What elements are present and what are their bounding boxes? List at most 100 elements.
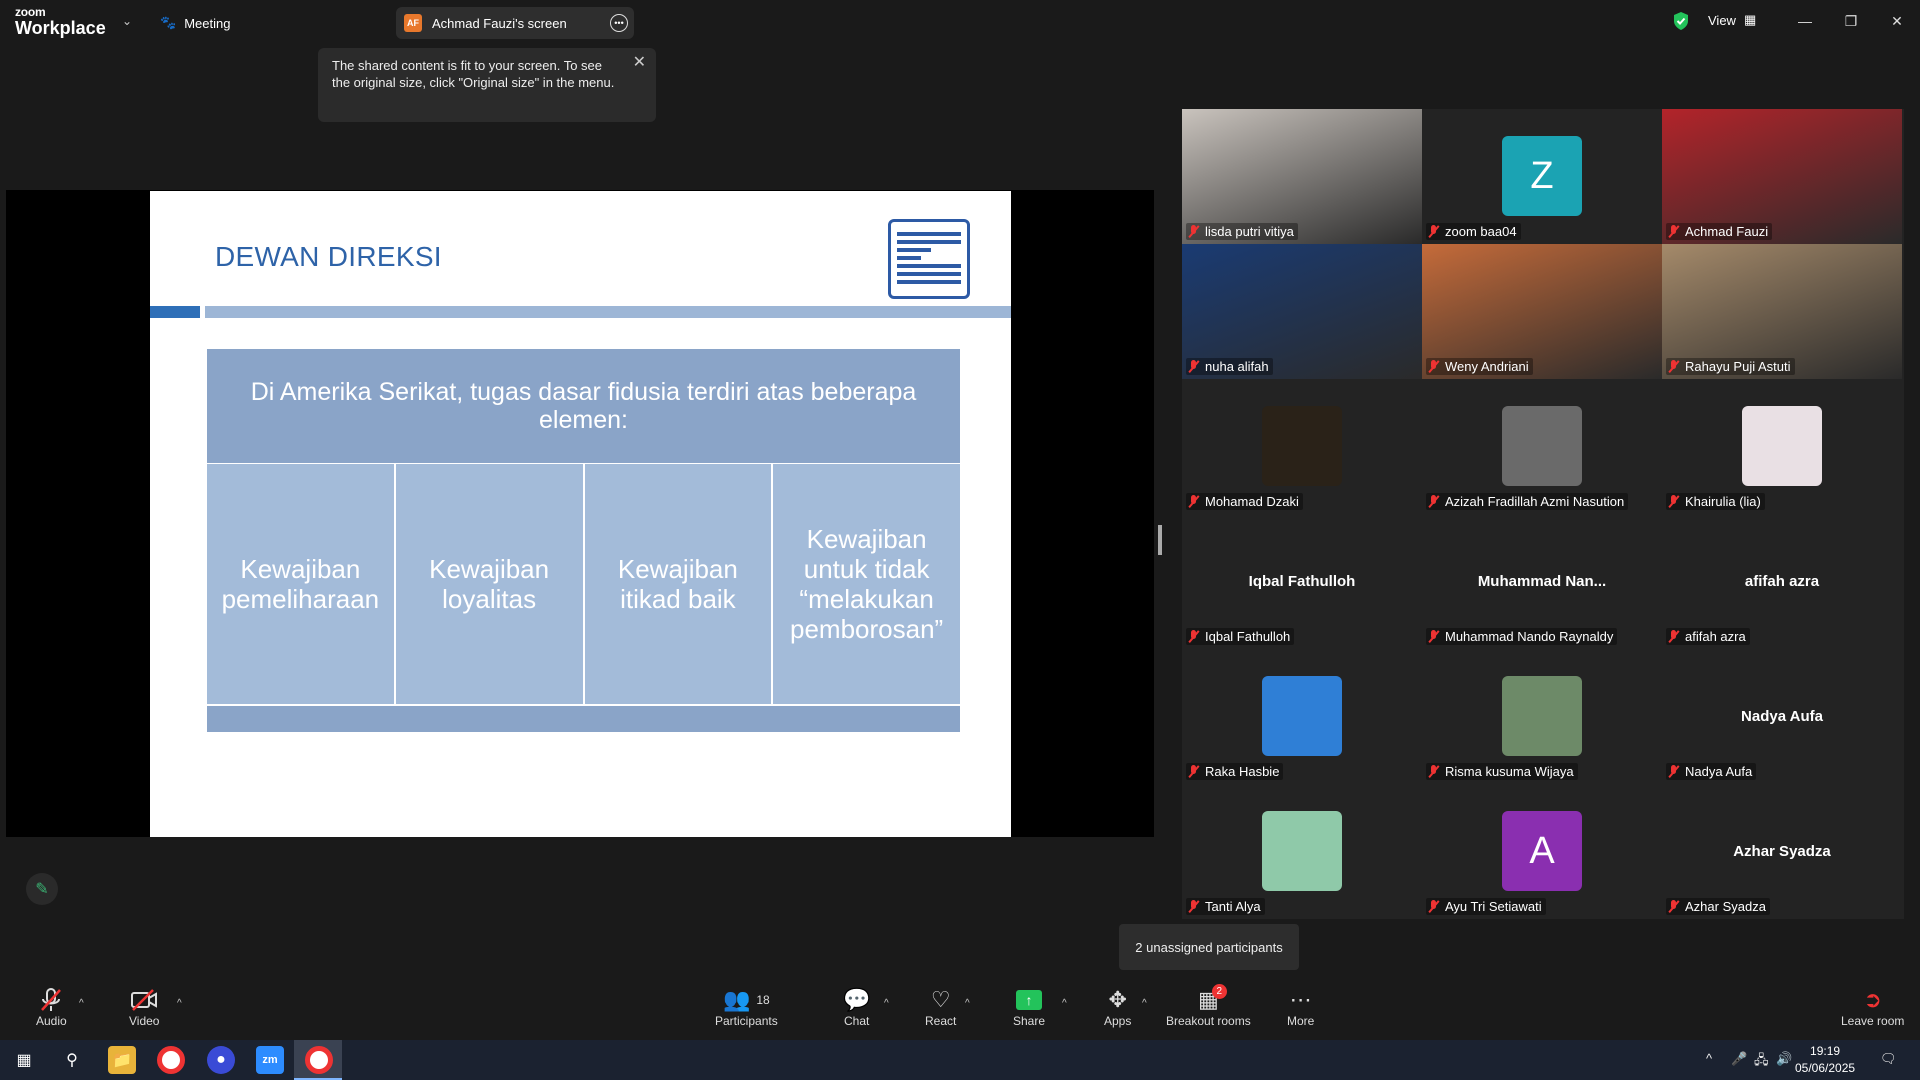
share-options-caret-icon[interactable]: ^ — [1062, 998, 1067, 1009]
view-button[interactable]: View ▦ — [1708, 12, 1756, 28]
diagram-column: Kewajiban itikad baik — [584, 464, 772, 704]
leave-room-button[interactable]: ➲ Leave room — [1841, 986, 1904, 1028]
view-label: View — [1708, 12, 1736, 28]
annotate-pencil-icon[interactable]: ✎ — [26, 873, 58, 905]
paw-icon: 🐾 — [160, 15, 177, 30]
participant-name: Risma kusuma Wijaya — [1445, 764, 1574, 779]
mic-muted-icon — [1668, 765, 1679, 778]
apps-button[interactable]: ✥ Apps — [1104, 986, 1131, 1028]
close-icon[interactable]: ✕ — [1882, 8, 1912, 34]
participant-name: Azizah Fradillah Azmi Nasution — [1445, 494, 1625, 509]
zoom-app-icon[interactable]: zm — [256, 1046, 284, 1074]
presenter-badge: AF — [404, 14, 422, 32]
diagram-heading: Di Amerika Serikat, tugas dasar fidusia … — [207, 349, 960, 463]
participant-avatar — [1502, 676, 1582, 756]
leave-room-icon: ➲ — [1863, 987, 1882, 1012]
participants-count: 18 — [756, 993, 770, 1007]
file-explorer-icon[interactable]: 📁 — [108, 1046, 136, 1074]
mic-muted-icon — [1188, 765, 1199, 778]
tray-overflow-icon[interactable]: ^ — [1706, 1051, 1712, 1066]
participant-tile[interactable]: Raka Hasbie — [1182, 649, 1422, 784]
share-button[interactable]: ↑ Share — [1013, 986, 1045, 1028]
mic-muted-icon — [39, 986, 63, 1014]
participant-tile[interactable]: Zzoom baa04 — [1422, 109, 1662, 244]
volume-icon[interactable]: 🔊 — [1776, 1051, 1792, 1067]
participant-name: Tanti Alya — [1205, 899, 1261, 914]
audio-label: Audio — [36, 1014, 67, 1028]
meeting-label: Meeting — [184, 15, 231, 31]
browser-icon[interactable]: ● — [207, 1046, 235, 1074]
participant-avatar — [1742, 406, 1822, 486]
heart-icon: ♡ — [930, 987, 951, 1012]
participant-name: Iqbal Fathulloh — [1205, 629, 1291, 644]
participant-tile[interactable]: A Ayu Tri Setiawati — [1422, 784, 1662, 919]
restore-icon[interactable]: ❐ — [1836, 8, 1866, 34]
shield-check-icon[interactable] — [1672, 11, 1690, 31]
university-logo-icon — [888, 219, 970, 299]
participant-tile[interactable]: Tanti Alya — [1182, 784, 1422, 919]
breakout-rooms-button[interactable]: ▦ 2 Breakout rooms — [1166, 984, 1251, 1028]
participant-name: Achmad Fauzi — [1685, 224, 1769, 239]
participant-tile[interactable]: Nadya Aufa Nadya Aufa — [1662, 649, 1902, 784]
taskbar-clock[interactable]: 19:19 05/06/2025 — [1795, 1043, 1855, 1077]
clock-date: 05/06/2025 — [1795, 1061, 1856, 1075]
participant-tile[interactable]: Rahayu Puji Astuti — [1662, 244, 1902, 379]
participant-tile[interactable]: Azizah Fradillah Azmi Nasution — [1422, 379, 1662, 514]
participant-name-label: Raka Hasbie — [1186, 763, 1284, 780]
audio-options-caret-icon[interactable]: ^ — [79, 998, 84, 1009]
participants-icon: 👥 18 — [722, 987, 770, 1012]
video-button[interactable]: Video — [129, 986, 159, 1028]
participant-tile[interactable]: Azhar Syadza Azhar Syadza — [1662, 784, 1902, 919]
participant-tile[interactable]: Mohamad Dzaki — [1182, 379, 1422, 514]
participant-tile[interactable]: Achmad Fauzi — [1662, 109, 1902, 244]
meeting-menu-button[interactable]: 🐾 Meeting — [160, 12, 230, 34]
chrome-profile-icon[interactable] — [305, 1046, 333, 1074]
audio-button[interactable]: Audio — [36, 986, 67, 1028]
react-options-caret-icon[interactable]: ^ — [965, 998, 970, 1009]
participant-tile[interactable]: nuha alifah — [1182, 244, 1422, 379]
windows-taskbar: ▦ ⚲ 📁 ● zm ^ 🎤 🖧 🔊 19:19 05/06/2025 🗨 — [0, 1040, 1920, 1080]
chat-options-caret-icon[interactable]: ^ — [884, 998, 889, 1009]
chrome-icon[interactable] — [157, 1046, 185, 1074]
microphone-icon[interactable]: 🎤 — [1731, 1051, 1747, 1067]
diagram-column: Kewajiban pemeliharaan — [207, 464, 394, 704]
shared-screen-pill[interactable]: AF Achmad Fauzi's screen ••• — [396, 7, 634, 39]
mic-muted-icon — [1428, 495, 1439, 508]
mic-muted-icon — [1188, 360, 1199, 373]
participant-name-label: Tanti Alya — [1186, 898, 1265, 915]
windows-start-icon[interactable]: ▦ — [10, 1046, 38, 1074]
participant-name-label: Iqbal Fathulloh — [1186, 628, 1295, 645]
participant-tile[interactable]: afifah azra afifah azra — [1662, 514, 1902, 649]
participant-tile[interactable]: Khairulia (lia) — [1662, 379, 1902, 514]
slide-title: DEWAN DIREKSI — [215, 241, 442, 272]
breakout-badge: 2 — [1211, 984, 1227, 999]
participant-tile[interactable]: Risma kusuma Wijaya — [1422, 649, 1662, 784]
share-label: Share — [1013, 1014, 1046, 1028]
participant-tile[interactable]: Muhammad Nan... Muhammad Nando Raynaldy — [1422, 514, 1662, 649]
network-icon[interactable]: 🖧 — [1754, 1051, 1769, 1073]
chat-button[interactable]: 💬 Chat — [843, 986, 870, 1028]
more-options-icon[interactable]: ••• — [610, 14, 628, 32]
apps-options-caret-icon[interactable]: ^ — [1142, 998, 1147, 1009]
participants-button[interactable]: 👥 18 Participants — [715, 986, 778, 1028]
chevron-down-icon[interactable]: ⌄ — [122, 14, 132, 28]
search-icon[interactable]: ⚲ — [58, 1046, 86, 1074]
participant-name-label: lisda putri vitiya — [1186, 223, 1298, 240]
apps-icon: ✥ — [1108, 987, 1127, 1012]
diagram-column: Kewajiban untuk tidak “melakukan pemboro… — [773, 464, 960, 704]
react-button[interactable]: ♡ React — [925, 986, 956, 1028]
tooltip-close-icon[interactable]: ✕ — [633, 54, 646, 71]
participant-avatar — [1502, 406, 1582, 486]
participant-tile[interactable]: Iqbal Fathulloh Iqbal Fathulloh — [1182, 514, 1422, 649]
mic-muted-icon — [1668, 495, 1679, 508]
notifications-icon[interactable]: 🗨 — [1880, 1051, 1897, 1067]
minimize-icon[interactable]: — — [1790, 8, 1820, 34]
video-options-caret-icon[interactable]: ^ — [177, 998, 182, 1009]
fit-to-screen-tooltip: The shared content is fit to your screen… — [318, 48, 656, 122]
participant-tile[interactable]: lisda putri vitiya — [1182, 109, 1422, 244]
more-button[interactable]: ⋯ More — [1287, 986, 1314, 1028]
participant-name: Rahayu Puji Astuti — [1685, 359, 1791, 374]
participant-tile[interactable]: Weny Andriani — [1422, 244, 1662, 379]
split-resize-handle[interactable] — [1158, 525, 1162, 555]
participant-name-label: Risma kusuma Wijaya — [1426, 763, 1578, 780]
